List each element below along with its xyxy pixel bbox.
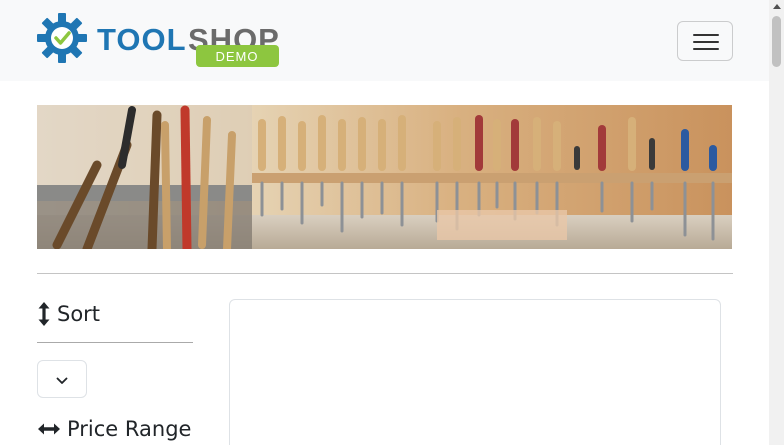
scrollbar-thumb[interactable]: [772, 16, 781, 67]
brand-name-tool: TOOL: [97, 22, 187, 57]
gear-icon: [37, 13, 87, 63]
product-results-panel: [229, 299, 721, 445]
sort-heading: Sort: [37, 298, 100, 330]
chevron-down-icon: [56, 370, 68, 389]
sort-divider: [37, 342, 193, 343]
section-divider: [37, 273, 733, 274]
brand-logo[interactable]: TOOL SHOP DEMO: [36, 12, 286, 68]
navbar: TOOL SHOP DEMO: [0, 0, 769, 81]
horizontal-arrows-icon: [37, 422, 61, 436]
price-range-heading: Price Range: [37, 413, 191, 445]
sort-vertical-icon: [37, 301, 51, 327]
price-range-label: Price Range: [67, 417, 192, 441]
sort-heading-label: Sort: [57, 302, 101, 326]
page-scrollbar[interactable]: [769, 0, 784, 445]
hamburger-icon: [693, 34, 719, 36]
banner-image: [37, 105, 732, 249]
navbar-toggler-button[interactable]: [677, 21, 733, 61]
scroll-up-arrow-icon[interactable]: [773, 4, 781, 9]
demo-badge-label: DEMO: [216, 49, 259, 64]
sort-select[interactable]: [37, 360, 87, 398]
